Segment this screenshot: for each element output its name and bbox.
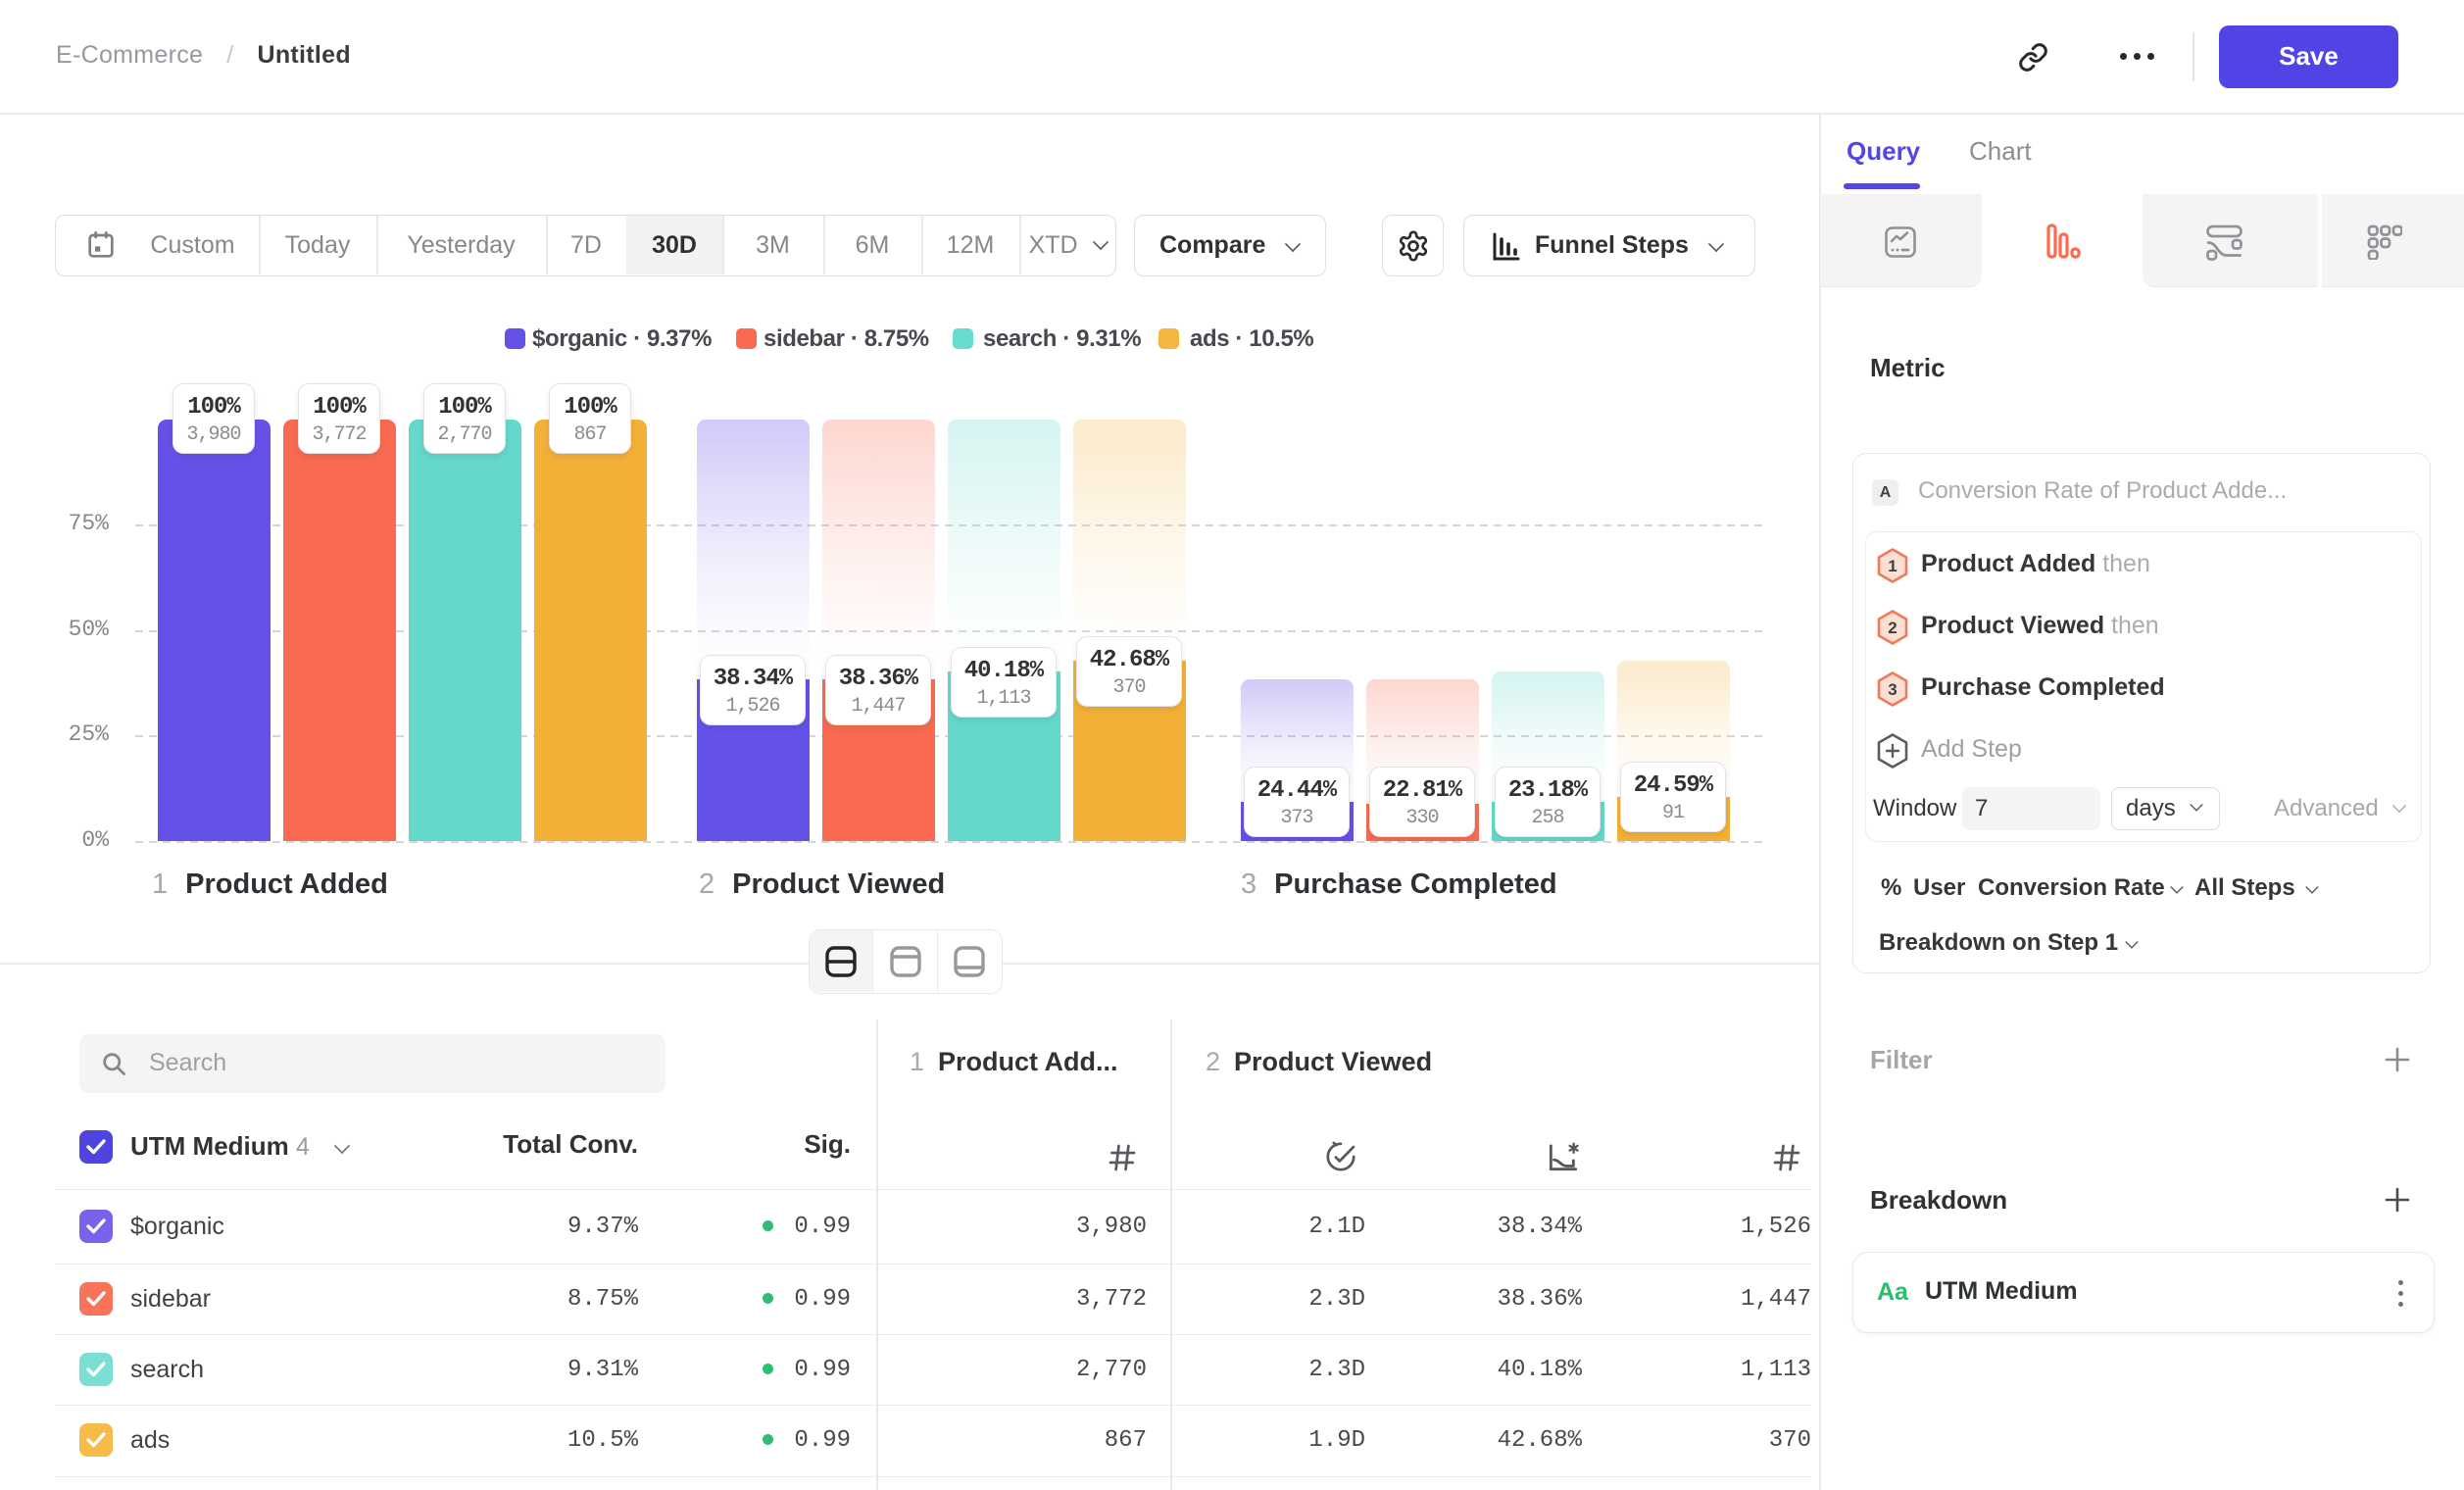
svg-text:2: 2: [1888, 619, 1897, 637]
svg-text:3: 3: [1888, 680, 1897, 699]
svg-text:1: 1: [1888, 557, 1897, 575]
